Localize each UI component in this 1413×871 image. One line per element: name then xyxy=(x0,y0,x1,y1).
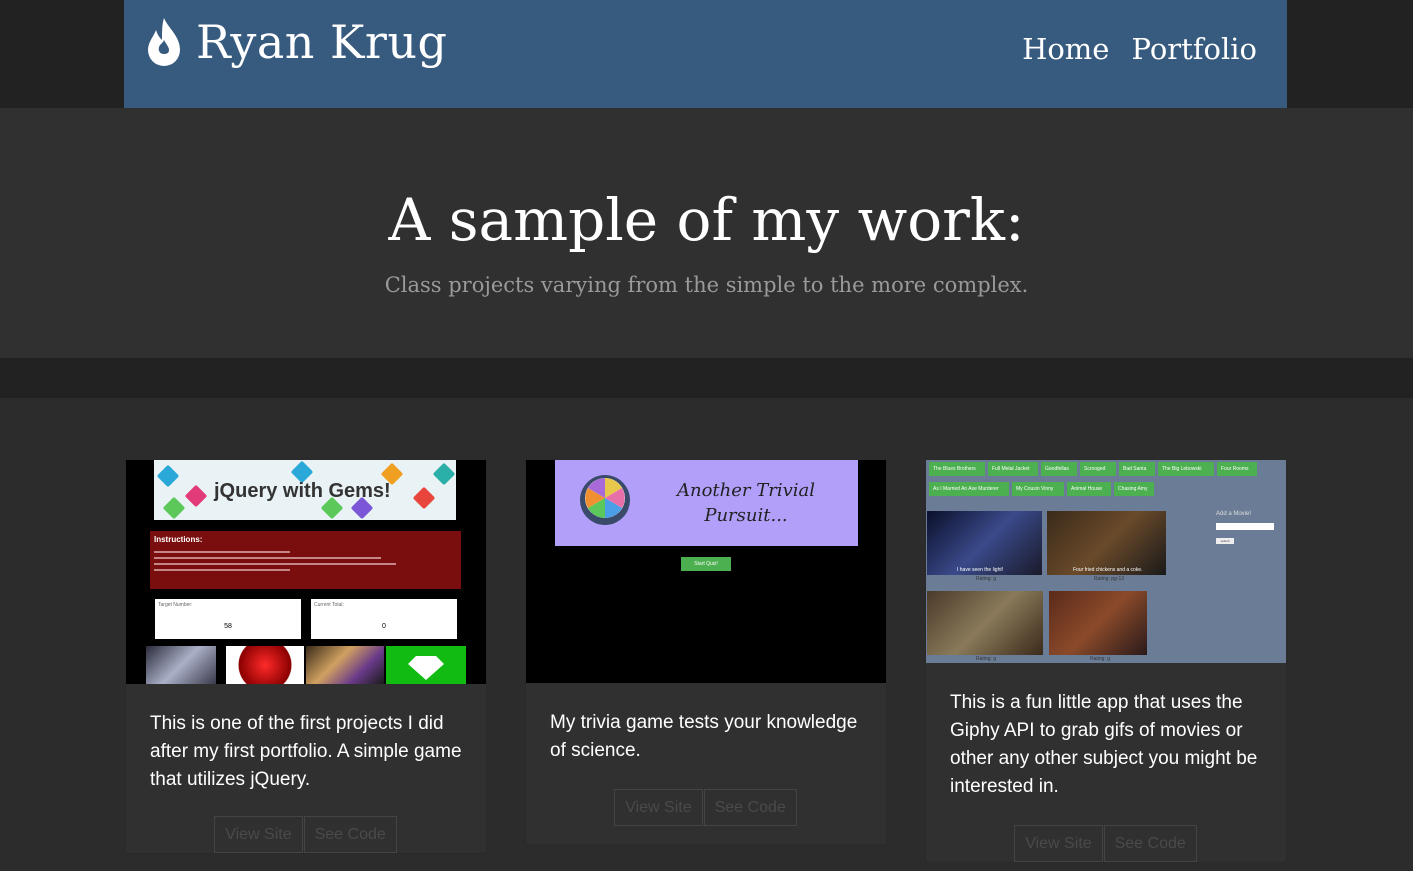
add-movie-label: Add a Movie! xyxy=(1216,511,1252,517)
gems-banner: jQuery with Gems! xyxy=(154,460,456,520)
gif-image[interactable] xyxy=(1049,591,1147,655)
target-value: 58 xyxy=(224,623,232,630)
movie-tag[interactable]: The Big Lebowski xyxy=(1158,462,1214,476)
project-screenshot[interactable]: Another Trivial Pursuit... Start Quiz! xyxy=(526,460,886,683)
nav-home-link[interactable]: Home xyxy=(1022,32,1109,66)
trivial-pursuit-wheel-icon xyxy=(580,475,630,525)
start-quiz-button[interactable]: Start Quiz! xyxy=(681,557,731,571)
card-description: This is one of the first projects I did … xyxy=(150,713,462,790)
see-code-button[interactable]: See Code xyxy=(1103,825,1197,862)
fire-icon xyxy=(148,18,180,66)
movie-tag[interactable]: As I Married An Axe Murderer xyxy=(929,482,1009,496)
see-code-button[interactable]: See Code xyxy=(303,816,397,853)
current-total-box: Current Total: 0 xyxy=(311,599,457,639)
project-card-trivia: Another Trivial Pursuit... Start Quiz! M… xyxy=(525,459,887,845)
gems-banner-title: jQuery with Gems! xyxy=(214,480,391,502)
card-description: This is a fun little app that uses the G… xyxy=(950,692,1258,797)
add-movie-input[interactable] xyxy=(1216,523,1274,530)
navbar: Ryan Krug Home Portfolio xyxy=(124,0,1287,108)
gif-rating: Rating: g xyxy=(976,576,997,582)
view-site-button[interactable]: View Site xyxy=(1014,825,1103,862)
view-site-button[interactable]: View Site xyxy=(214,816,303,853)
movie-tag[interactable]: Four Rooms xyxy=(1217,462,1257,476)
current-value: 0 xyxy=(382,623,386,630)
brand[interactable]: Ryan Krug xyxy=(144,14,447,70)
instructions-title: Instructions: xyxy=(154,535,203,544)
ruby-image[interactable] xyxy=(226,646,304,684)
gif-image[interactable] xyxy=(927,591,1043,655)
gif-image[interactable]: I have seen the light! xyxy=(927,511,1042,575)
target-number-box: Target Number: 58 xyxy=(155,599,301,639)
project-screenshot[interactable]: The Blues Brothers Full Metal Jacket Goo… xyxy=(926,460,1286,663)
opal-image[interactable] xyxy=(306,646,384,684)
instructions-box: Instructions: xyxy=(150,531,461,589)
view-site-button[interactable]: View Site xyxy=(614,789,703,826)
hero-section: A sample of my work: Class projects vary… xyxy=(0,108,1413,358)
see-code-button[interactable]: See Code xyxy=(703,789,797,826)
project-card-giphy: The Blues Brothers Full Metal Jacket Goo… xyxy=(925,459,1287,863)
gif-rating: Rating: g xyxy=(976,656,997,662)
page-subtitle: Class projects varying from the simple t… xyxy=(384,273,1029,297)
nav-portfolio-link[interactable]: Portfolio xyxy=(1131,32,1257,66)
movie-tag[interactable]: Scrooged xyxy=(1080,462,1116,476)
movie-tag[interactable]: The Blues Brothers xyxy=(929,462,985,476)
card-actions: View Site See Code xyxy=(150,816,462,853)
crystal-image[interactable] xyxy=(146,646,216,684)
diamond-icon xyxy=(408,656,444,680)
current-label: Current Total: xyxy=(314,602,344,608)
trivia-header-panel: Another Trivial Pursuit... xyxy=(555,460,858,546)
movie-tag[interactable]: Goodfellas xyxy=(1041,462,1077,476)
trivia-title: Another Trivial Pursuit... xyxy=(676,480,815,526)
movie-tag[interactable]: My Cousin Vinny xyxy=(1012,482,1064,496)
target-label: Target Number: xyxy=(158,602,193,608)
card-description: My trivia game tests your knowledge of s… xyxy=(550,712,858,761)
card-actions: View Site See Code xyxy=(550,789,862,826)
divider-stripe xyxy=(0,358,1413,398)
gif-image[interactable]: Four fried chickens and a coke. xyxy=(1047,511,1166,575)
emerald-image[interactable] xyxy=(386,646,466,684)
gif-caption: I have seen the light! xyxy=(957,567,1004,573)
gif-rating: Rating: pg-13 xyxy=(1094,576,1125,582)
movie-tag[interactable]: Chasing Amy xyxy=(1114,482,1154,496)
nav-links: Home Portfolio xyxy=(1022,32,1257,66)
movie-tag[interactable]: Animal House xyxy=(1067,482,1111,496)
page-title: A sample of my work: xyxy=(388,186,1025,254)
movie-tag[interactable]: Bad Santa xyxy=(1119,462,1155,476)
project-card-gems: jQuery with Gems! Instructions: Target N… xyxy=(125,459,487,854)
project-screenshot[interactable]: jQuery with Gems! Instructions: Target N… xyxy=(126,460,486,684)
gif-caption: Four fried chickens and a coke. xyxy=(1073,567,1143,573)
submit-button[interactable]: submit xyxy=(1216,538,1234,544)
card-actions: View Site See Code xyxy=(950,825,1262,862)
gif-rating: Rating: g xyxy=(1090,656,1111,662)
movie-tag[interactable]: Full Metal Jacket xyxy=(988,462,1038,476)
brand-name: Ryan Krug xyxy=(196,15,448,69)
